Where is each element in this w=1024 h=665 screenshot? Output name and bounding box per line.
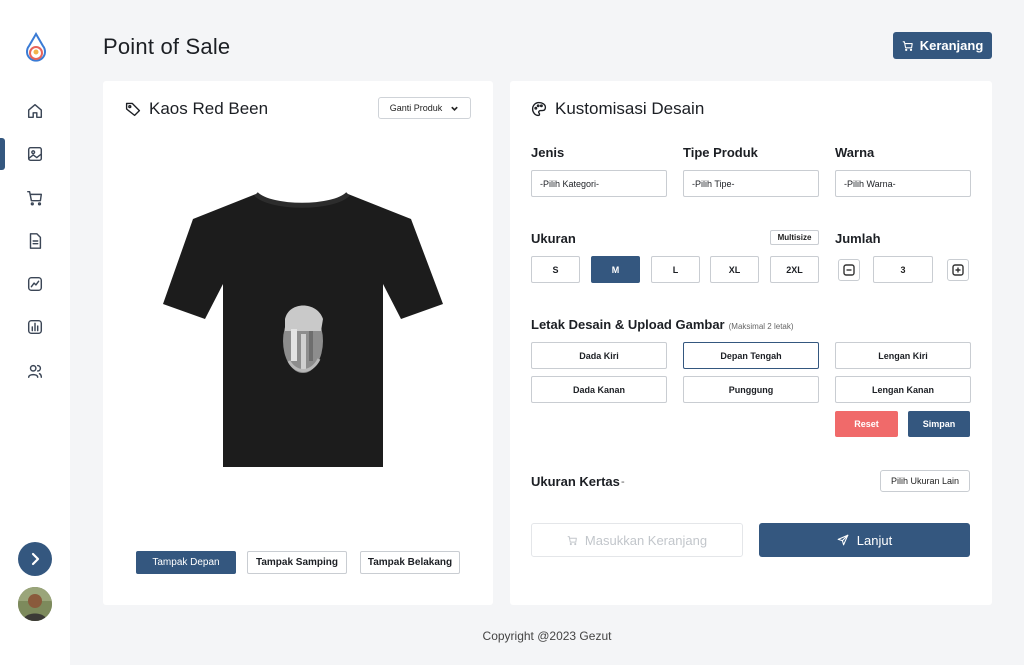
add-to-cart-button[interactable]: Masukkan Keranjang [531,523,743,557]
warna-label: Warna [835,145,875,160]
customization-title: Kustomisasi Desain [555,99,705,118]
sidebar-expand-button[interactable] [18,542,52,576]
avatar[interactable] [18,587,52,621]
tshirt-preview-image [161,189,443,471]
type-select[interactable]: -Pilih Tipe- [683,170,819,197]
plus-icon [952,264,964,276]
sidebar [0,0,70,665]
placement-note: (Maksimal 2 letak) [728,322,794,331]
size-button-xl[interactable]: XL [710,256,759,283]
cart-icon [567,535,577,545]
product-heading: Kaos Red Been [125,99,268,119]
size-label: Ukuran [531,231,576,246]
placement-left-chest[interactable]: Dada Kiri [531,342,667,369]
next-button[interactable]: Lanjut [759,523,970,557]
view-back-button[interactable]: Tampak Belakang [360,551,460,574]
nav-active-indicator [0,138,5,170]
add-to-cart-label: Masukkan Keranjang [584,532,708,548]
home-icon [27,103,43,119]
sidebar-item-home[interactable] [22,98,48,124]
product-name: Kaos Red Been [149,99,269,118]
size-button-s[interactable]: S [531,256,580,283]
placement-right-chest[interactable]: Dada Kanan [531,376,667,403]
reset-button[interactable]: Reset [835,411,898,437]
paper-size-label: Ukuran Kertas [531,474,620,489]
image-icon [27,146,43,162]
chevron-right-icon [31,552,40,566]
sidebar-item-cart[interactable] [22,185,48,211]
placement-front-center[interactable]: Depan Tengah [683,342,819,369]
view-front-button[interactable]: Tampak Depan [136,551,236,574]
placement-back[interactable]: Punggung [683,376,819,403]
placement-label-text: Letak Desain & Upload Gambar [531,317,725,332]
product-preview-panel: Kaos Red Been Ganti Produk Tampak Depan … [103,81,493,605]
size-button-l[interactable]: L [651,256,700,283]
choose-paper-size-button[interactable]: Pilih Ukuran Lain [880,470,970,492]
trend-icon [27,276,43,292]
tipe-label: Tipe Produk [683,145,758,160]
minus-icon [843,264,855,276]
next-button-label: Lanjut [856,532,893,548]
cart-button-label: Keranjang [919,38,984,53]
app-logo[interactable] [23,32,49,64]
cart-icon [902,40,913,51]
view-side-button[interactable]: Tampak Samping [247,551,347,574]
customization-heading: Kustomisasi Desain [531,99,704,119]
document-icon [29,233,42,249]
size-button-m[interactable]: M [591,256,640,283]
placement-label: Letak Desain & Upload Gambar (Maksimal 2 … [531,317,794,332]
quantity-input[interactable]: 3 [873,256,933,283]
users-icon [27,364,43,379]
footer-copyright: Copyright @2023 Gezut [482,629,612,643]
sidebar-item-gallery[interactable] [22,141,48,167]
bar-chart-icon [27,319,43,335]
page-title: Point of Sale [103,34,231,59]
placement-left-sleeve[interactable]: Lengan Kiri [835,342,971,369]
sidebar-item-documents[interactable] [22,228,48,254]
cart-icon [27,190,43,206]
cart-button[interactable]: Keranjang [893,32,992,59]
change-product-dropdown[interactable]: Ganti Produk [378,97,471,119]
send-icon [837,534,849,546]
quantity-increment-button[interactable] [947,259,969,281]
paper-size-value: - [621,476,625,488]
change-product-label: Ganti Produk [389,103,443,113]
multisize-toggle[interactable]: Multisize [770,230,819,245]
placement-right-sleeve[interactable]: Lengan Kanan [835,376,971,403]
category-select[interactable]: -Pilih Kategori- [531,170,667,197]
sidebar-item-analytics[interactable] [22,271,48,297]
size-button-2xl[interactable]: 2XL [770,256,819,283]
jenis-label: Jenis [531,145,565,160]
customization-panel: Kustomisasi Desain Jenis Tipe Produk War… [510,81,992,605]
sidebar-item-users[interactable] [22,358,48,384]
chevron-down-icon [451,106,459,111]
save-button[interactable]: Simpan [908,411,970,437]
quantity-label: Jumlah [835,231,881,246]
sidebar-item-reports[interactable] [22,314,48,340]
design-print-image [283,305,323,373]
color-select[interactable]: -Pilih Warna- [835,170,971,197]
palette-icon [531,101,547,117]
quantity-decrement-button[interactable] [838,259,860,281]
tag-icon [125,102,141,117]
